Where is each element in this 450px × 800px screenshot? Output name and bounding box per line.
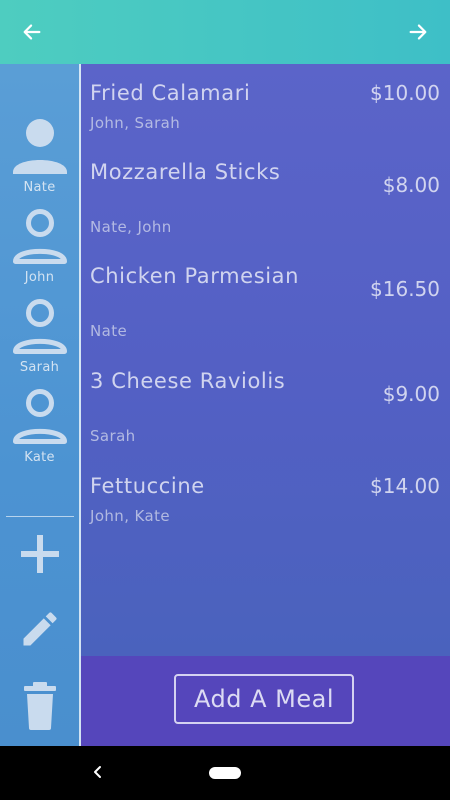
meal-list: Fried Calamari $10.00 John, Sarah Mozzar… — [81, 64, 450, 656]
forward-button[interactable] — [402, 16, 434, 48]
person-name: Sarah — [19, 360, 60, 375]
meal-price: $10.00 — [370, 81, 440, 105]
home-pill-icon[interactable] — [209, 767, 241, 779]
meal-people: John, Kate — [90, 507, 171, 525]
delete-person-button[interactable] — [0, 678, 79, 734]
arrow-left-icon — [23, 24, 41, 40]
person-name: John — [24, 270, 55, 285]
add-meal-button[interactable]: Add A Meal — [174, 674, 354, 724]
trash-icon — [23, 682, 56, 730]
system-nav-bar — [0, 746, 450, 800]
edit-person-button[interactable] — [0, 601, 79, 657]
meal-name: Fried Calamari — [90, 81, 251, 105]
meal-people: Nate — [90, 322, 128, 340]
person-sarah[interactable]: Sarah — [0, 296, 79, 386]
meal-name: Fettuccine — [90, 474, 205, 498]
meal-name: 3 Cheese Raviolis — [90, 369, 286, 393]
person-john[interactable]: John — [0, 206, 79, 296]
person-filled-icon — [12, 119, 67, 174]
bottom-bar: Add A Meal — [81, 656, 450, 746]
arrow-right-icon — [409, 24, 427, 40]
person-name: Kate — [24, 450, 55, 465]
meal-name: Mozzarella Sticks — [90, 160, 281, 184]
pencil-icon — [23, 612, 57, 646]
meal-price: $8.00 — [382, 173, 440, 197]
meal-name: Chicken Parmesian — [90, 264, 300, 288]
meal-people: John, Sarah — [90, 114, 181, 132]
add-person-button[interactable] — [0, 526, 79, 582]
meal-people: Sarah — [90, 427, 136, 445]
meal-price: $9.00 — [382, 382, 440, 406]
person-kate[interactable]: Kate — [0, 386, 79, 476]
meal-people: Nate, John — [90, 218, 172, 236]
meal-price: $14.00 — [370, 474, 440, 498]
people-sidebar: Nate John Sarah Kate — [0, 64, 81, 746]
sidebar-divider — [6, 516, 74, 517]
person-name: Nate — [23, 180, 56, 195]
back-button[interactable] — [16, 16, 48, 48]
person-nate[interactable]: Nate — [0, 116, 79, 206]
plus-icon — [20, 535, 59, 573]
person-outline-icon — [12, 299, 67, 354]
top-app-bar — [0, 0, 450, 64]
meal-price: $16.50 — [370, 277, 440, 301]
person-outline-icon — [12, 389, 67, 444]
person-outline-icon — [12, 209, 67, 264]
system-back-icon[interactable] — [86, 760, 110, 784]
